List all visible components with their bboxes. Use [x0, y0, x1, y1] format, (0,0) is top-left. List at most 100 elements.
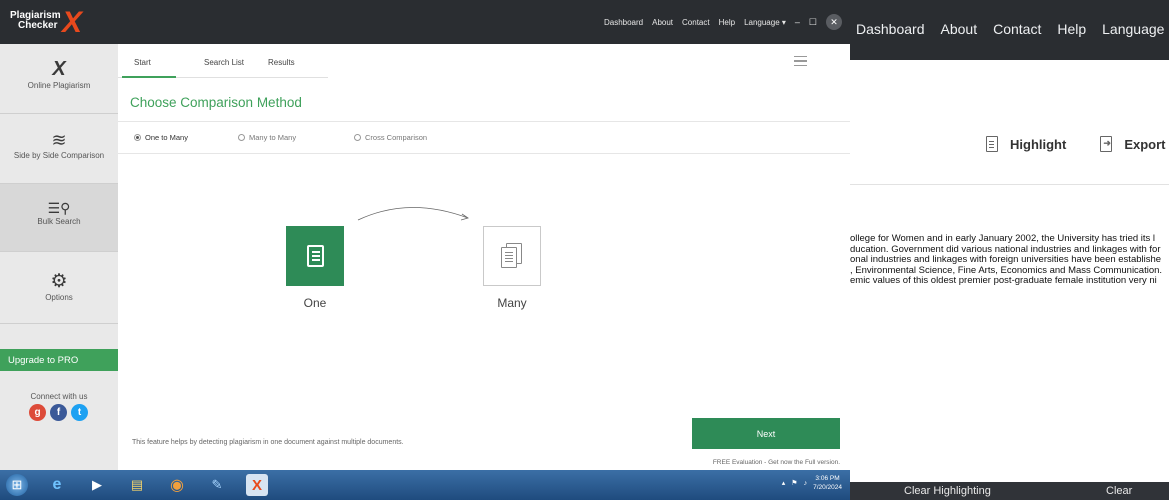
twitter-icon[interactable]: t: [71, 404, 88, 421]
layers-icon: ≋: [51, 130, 67, 150]
close-icon[interactable]: ✕: [826, 14, 842, 30]
top-nav: Dashboard About Contact Help Language ▾ …: [604, 14, 842, 30]
sidebar-item-bulk-search[interactable]: ☰⚲ Bulk Search: [0, 184, 118, 252]
clock-time: 3:06 PM: [815, 475, 840, 482]
radio-selected-icon: [134, 134, 141, 141]
gear-icon: ⚙: [50, 271, 68, 292]
logo-text-line: Checker: [18, 20, 58, 31]
screen: Dashboard About Contact Help Language▼ –…: [0, 0, 1169, 500]
taskbar: ⊞ e ▶ ▤ ◉ ✎ X ▴ ⚑ ♪ 3:06 PM 7/20/2024: [0, 470, 850, 500]
text-line: emic values of this oldest premier post-…: [850, 275, 1157, 287]
divider: [848, 184, 1169, 185]
sidebar-item-label: Bulk Search: [37, 217, 81, 226]
tab-bar: Start Search List Results: [118, 44, 850, 78]
nav-about[interactable]: About: [652, 18, 673, 27]
title-bar: Plagiarism Checker X Dashboard About Con…: [0, 0, 850, 44]
plagiarism-checker-taskbar-icon[interactable]: X: [246, 474, 268, 496]
connect-label: Connect with us: [30, 392, 88, 401]
sidebar-item-label: Online Plagiarism: [27, 81, 91, 90]
clock-date: 7/20/2024: [813, 484, 842, 491]
tray-expand-icon[interactable]: ▴: [782, 479, 786, 487]
plagiarism-checker-window: Plagiarism Checker X Dashboard About Con…: [0, 0, 850, 500]
media-player-icon[interactable]: ▶: [86, 474, 108, 496]
radio-icon: [354, 134, 361, 141]
document-text: ollege for Women and in early January 20…: [850, 234, 1169, 287]
sidebar-item-label: Options: [45, 293, 73, 302]
free-evaluation-notice[interactable]: FREE Evaluation - Get now the Full versi…: [713, 459, 840, 466]
background-bottom-bar: Clear Highlighting Clear: [848, 482, 1169, 500]
chrome-icon[interactable]: ◉: [166, 474, 188, 496]
documents-icon: [501, 243, 523, 269]
start-icon[interactable]: ⊞: [6, 474, 28, 496]
radio-label: Many to Many: [249, 133, 297, 142]
export-button[interactable]: Export: [1100, 136, 1166, 152]
nav-help[interactable]: Help: [719, 18, 735, 27]
minimize-icon[interactable]: –: [795, 17, 800, 27]
app-logo: Plagiarism Checker X: [10, 6, 120, 39]
logo-text: Plagiarism Checker: [10, 11, 61, 31]
maximize-icon[interactable]: ☐: [809, 17, 817, 28]
bg-nav-language[interactable]: Language▼: [1102, 21, 1169, 37]
tab-start[interactable]: Start: [134, 58, 151, 67]
feature-description: This feature helps by detecting plagiari…: [132, 439, 404, 446]
export-icon: [1100, 136, 1113, 152]
radio-cross-comparison[interactable]: Cross Comparison: [354, 133, 427, 142]
arrow-icon: [357, 207, 469, 221]
x-logo-icon: X: [62, 6, 83, 39]
tab-results[interactable]: Results: [268, 58, 295, 67]
sidebar-item-side-by-side[interactable]: ≋ Side by Side Comparison: [0, 114, 118, 184]
document-icon: [986, 136, 998, 152]
radio-label: One to Many: [145, 133, 188, 142]
radio-label: Cross Comparison: [365, 133, 428, 142]
background-topbar: Dashboard About Contact Help Language▼ –…: [848, 0, 1169, 60]
active-tab-indicator: [122, 76, 176, 78]
bg-nav-contact[interactable]: Contact: [993, 21, 1041, 37]
text-line: ollege for Women and in early January 20…: [850, 234, 1156, 244]
nav-language[interactable]: Language ▾: [744, 18, 786, 27]
network-icon[interactable]: ⚑: [791, 479, 797, 487]
background-toolbar: Highlight Export: [986, 136, 1166, 152]
sidebar-item-online-plagiarism[interactable]: X Online Plagiarism: [0, 44, 118, 114]
facebook-icon[interactable]: f: [50, 404, 67, 421]
page-title: Choose Comparison Method: [130, 95, 302, 110]
sidebar: X Online Plagiarism ≋ Side by Side Compa…: [0, 44, 118, 470]
background-window: Dashboard About Contact Help Language▼ –…: [848, 0, 1169, 500]
clear-highlighting-button[interactable]: Clear Highlighting: [904, 485, 991, 497]
nav-language-label: Language: [744, 17, 780, 27]
document-icon: [306, 245, 324, 267]
nav-contact[interactable]: Contact: [682, 18, 710, 27]
clock[interactable]: 3:06 PM 7/20/2024: [813, 474, 842, 492]
paint-icon[interactable]: ✎: [206, 474, 228, 496]
export-label: Export: [1124, 136, 1166, 152]
one-label: One: [303, 296, 327, 310]
search-list-icon: ☰⚲: [47, 200, 71, 216]
tab-search-list[interactable]: Search List: [204, 58, 244, 67]
next-button[interactable]: Next: [692, 418, 840, 449]
internet-explorer-icon[interactable]: e: [46, 474, 68, 496]
radio-icon: [238, 134, 245, 141]
google-plus-icon[interactable]: g: [29, 404, 46, 421]
folder-icon[interactable]: ▤: [126, 474, 148, 496]
background-nav: Dashboard About Contact Help Language▼ –…: [856, 20, 1169, 37]
bg-nav-help[interactable]: Help: [1057, 21, 1086, 37]
volume-icon[interactable]: ♪: [804, 480, 808, 487]
bg-nav-about[interactable]: About: [941, 21, 978, 37]
clear-button[interactable]: Clear: [1106, 485, 1132, 497]
page-front: [501, 247, 517, 268]
divider: [118, 121, 850, 122]
bg-nav-language-label: Language: [1102, 20, 1165, 37]
many-option-card[interactable]: [483, 226, 541, 286]
highlight-button[interactable]: Highlight: [986, 136, 1066, 152]
one-option-card[interactable]: [286, 226, 344, 286]
main-panel: Start Search List Results Choose Compari…: [118, 44, 850, 470]
nav-dashboard[interactable]: Dashboard: [604, 18, 643, 27]
chevron-down-icon: ▾: [781, 17, 786, 27]
upgrade-button[interactable]: Upgrade to PRO: [0, 349, 118, 371]
sidebar-item-options[interactable]: ⚙ Options: [0, 252, 118, 324]
highlight-label: Highlight: [1010, 136, 1067, 152]
radio-many-to-many[interactable]: Many to Many: [238, 133, 296, 142]
menu-icon[interactable]: [794, 56, 807, 66]
radio-one-to-many[interactable]: One to Many: [134, 133, 188, 142]
bg-nav-dashboard[interactable]: Dashboard: [856, 21, 925, 37]
sidebar-item-label: Side by Side Comparison: [13, 151, 105, 160]
